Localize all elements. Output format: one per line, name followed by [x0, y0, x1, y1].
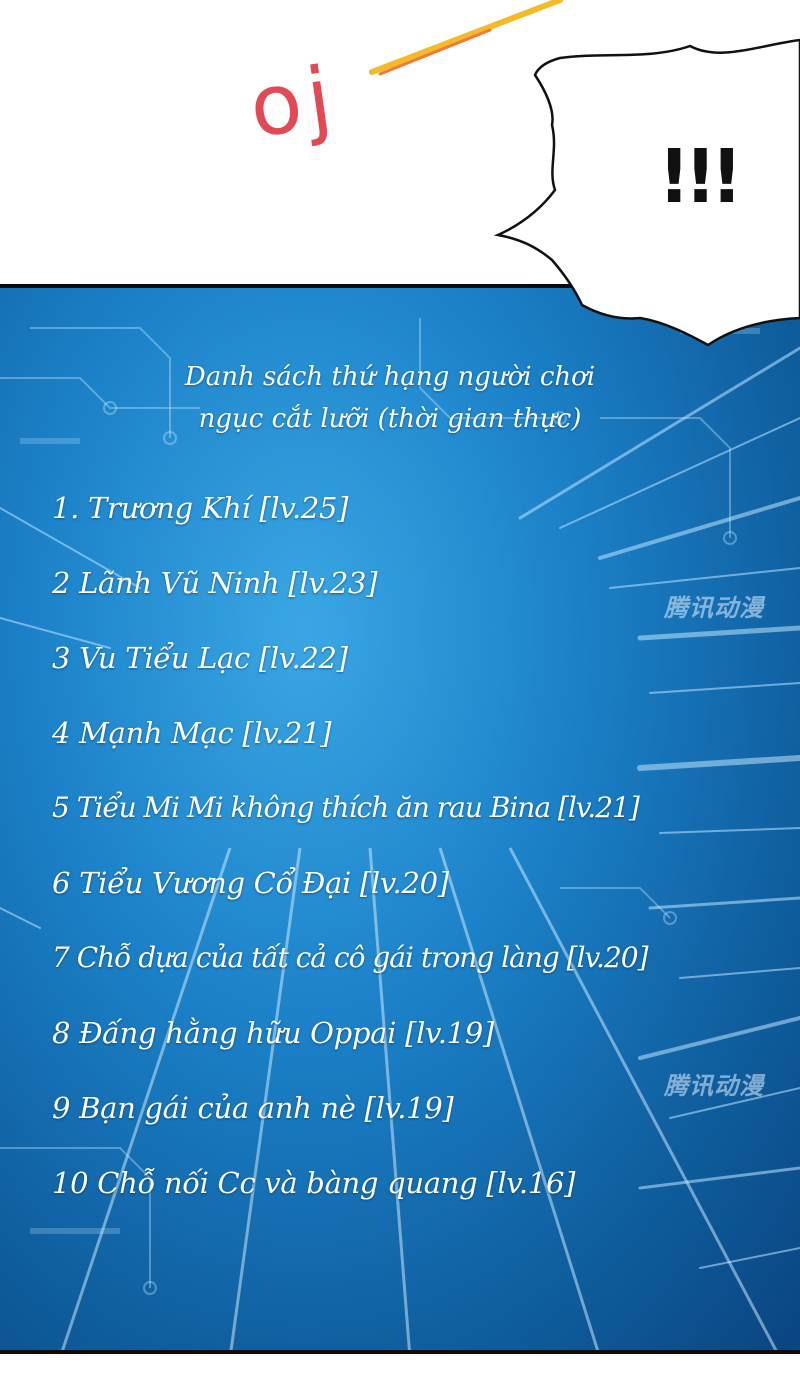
watermark: 腾讯动漫: [664, 594, 764, 622]
ranking-list: 1. Trương Khí [lv.25] 2 Lãnh Vũ Ninh [lv…: [52, 478, 648, 1228]
ranking-entry: 5 Tiểu Mi Mi không thích ăn rau Bina [lv…: [52, 791, 640, 824]
ranking-entry: 7 Chỗ dựa của tất cả cô gái trong làng […: [52, 941, 648, 974]
ranking-entry: 3 Vu Tiểu Lạc [lv.22]: [52, 641, 348, 675]
ranking-title-line: Danh sách thứ hạng người chơi: [184, 362, 596, 392]
sound-effect-text: oj: [243, 47, 344, 157]
ranking-entry: 2 Lãnh Vũ Ninh [lv.23]: [52, 566, 378, 600]
ranking-title: Danh sách thứ hạng người chơi ngục cắt l…: [100, 356, 680, 440]
ranking-entry: 6 Tiểu Vương Cổ Đại [lv.20]: [52, 866, 449, 900]
ranking-entry: 10 Chỗ nối Cc và bàng quang [lv.16]: [52, 1166, 576, 1200]
ranking-entry: 9 Bạn gái của anh nè [lv.19]: [52, 1091, 454, 1125]
watermark: 腾讯动漫: [664, 1072, 764, 1100]
ranking-entry: 1. Trương Khí [lv.25]: [52, 491, 349, 525]
bottom-white-strip: [0, 1354, 800, 1394]
sfx-streak: [369, 0, 563, 76]
ranking-entry: 4 Mạnh Mạc [lv.21]: [52, 716, 332, 750]
ranking-title-line: ngục cắt lưỡi (thời gian thực): [198, 404, 582, 434]
ranking-entry: 8 Đấng hằng hữu Oppai [lv.19]: [52, 1016, 494, 1050]
